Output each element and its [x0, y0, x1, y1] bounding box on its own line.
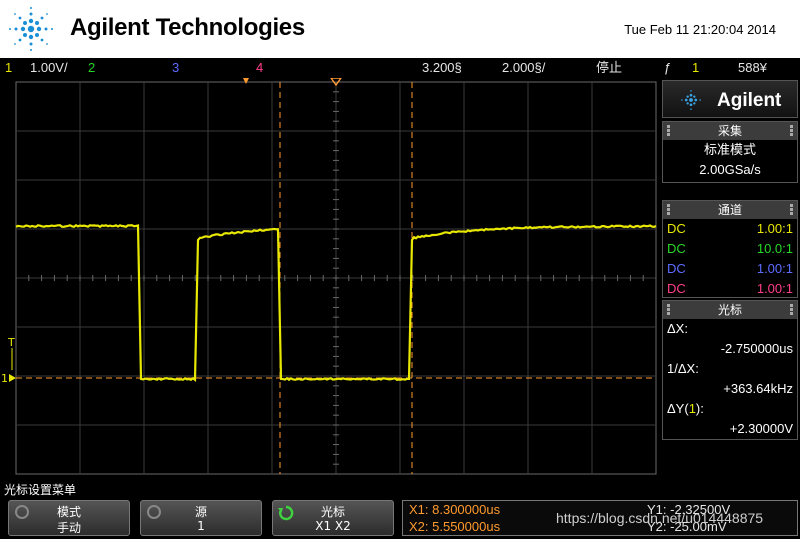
coupling: DC	[667, 279, 686, 299]
waveform-display[interactable]: 1T	[0, 78, 660, 478]
side-panel: Agilent 采集 标准模式 2.00GSa/s 通道 DC 1.00:1 DC…	[660, 78, 800, 478]
menu-title: 光标设置菜单	[4, 481, 76, 498]
ground-arrow-icon	[9, 374, 16, 382]
agilent-logo-box: Agilent	[662, 80, 798, 118]
channel-4-number[interactable]: 4	[256, 58, 263, 78]
channel-1-ground-marker: 1	[1, 372, 8, 385]
run-state: 停止	[596, 58, 622, 78]
coupling: DC	[667, 259, 686, 279]
x1-readout: X1: 8.300000us	[409, 502, 500, 517]
x2-readout: X2: 5.550000us	[409, 519, 500, 534]
softkey-value: 手动	[9, 519, 129, 536]
acquire-box: 采集 标准模式 2.00GSa/s	[662, 121, 798, 183]
time-scale[interactable]: 2.000§/	[502, 58, 545, 78]
coupling: DC	[667, 219, 686, 239]
time-delay[interactable]: 3.200§	[422, 58, 462, 78]
acquire-title: 采集	[663, 122, 797, 140]
acquire-mode: 标准模式	[663, 140, 797, 160]
brand-title: Agilent Technologies	[70, 14, 305, 42]
delta-y-value: +2.30000V	[663, 419, 797, 439]
agilent-spark-small-icon	[679, 89, 703, 111]
delta-y-prefix: ΔY(	[667, 401, 689, 416]
agilent-logo-text: Agilent	[717, 90, 781, 112]
delta-y-suffix: ):	[696, 401, 704, 416]
channel-1-scale[interactable]: 1.00V/	[30, 58, 68, 78]
trigger-source[interactable]: 1	[692, 58, 699, 78]
probe-ratio: 1.00:1	[757, 219, 793, 239]
channel-3-row: DC 1.00:1	[663, 259, 797, 279]
graticule: 1T	[0, 78, 660, 478]
mode-softkey[interactable]: 模式 手动	[8, 500, 130, 536]
softkey-value: 1	[141, 519, 261, 533]
trigger-level[interactable]: 588¥	[738, 58, 767, 78]
channel-3-number[interactable]: 3	[172, 58, 179, 78]
cursors-softkey[interactable]: 光标 X1 X2	[272, 500, 394, 536]
delta-x-label: ΔX:	[663, 319, 797, 339]
channels-box: 通道 DC 1.00:1 DC 10.0:1 DC 1.00:1 DC 1.00:1	[662, 200, 798, 298]
softkey-value: X1 X2	[273, 519, 393, 533]
trigger-level-marker: T	[7, 336, 15, 349]
source-softkey[interactable]: 源 1	[140, 500, 262, 536]
channel-2-number[interactable]: 2	[88, 58, 95, 78]
channel-1-row: DC 1.00:1	[663, 219, 797, 239]
softkey-label: 源	[141, 503, 261, 520]
channel-2-row: DC 10.0:1	[663, 239, 797, 259]
inverse-delta-x-value: +363.64kHz	[663, 379, 797, 399]
delta-x-value: -2.750000us	[663, 339, 797, 359]
probe-ratio: 1.00:1	[757, 259, 793, 279]
trigger-edge-icon: ƒ	[664, 58, 671, 78]
probe-ratio: 1.00:1	[757, 279, 793, 299]
cursors-title: 光标	[663, 301, 797, 319]
inverse-delta-x-label: 1/ΔX:	[663, 359, 797, 379]
sample-rate: 2.00GSa/s	[663, 160, 797, 180]
coupling: DC	[667, 239, 686, 259]
channel-4-row: DC 1.00:1	[663, 279, 797, 299]
channel-1-number[interactable]: 1	[5, 58, 12, 78]
cursors-box: 光标 ΔX: -2.750000us 1/ΔX: +363.64kHz ΔY(1…	[662, 300, 798, 440]
probe-ratio: 10.0:1	[757, 239, 793, 259]
channels-title: 通道	[663, 201, 797, 219]
status-bar: 1 1.00V/ 2 3 4 3.200§ 2.000§/ 停止 ƒ 1 588…	[0, 58, 800, 78]
trigger-position-marker-icon	[243, 78, 249, 84]
softkey-label: 模式	[9, 503, 129, 520]
softkey-label: 光标	[273, 503, 393, 520]
header-bar: Agilent Technologies Tue Feb 11 21:20:04…	[0, 0, 800, 58]
agilent-spark-logo-icon	[6, 6, 56, 52]
watermark-url: https://blog.csdn.net/u014448875	[556, 510, 763, 526]
delta-y-channel: 1	[689, 401, 696, 416]
date-time: Tue Feb 11 21:20:04 2014	[624, 22, 776, 37]
delta-y-label: ΔY(1):	[663, 399, 797, 419]
